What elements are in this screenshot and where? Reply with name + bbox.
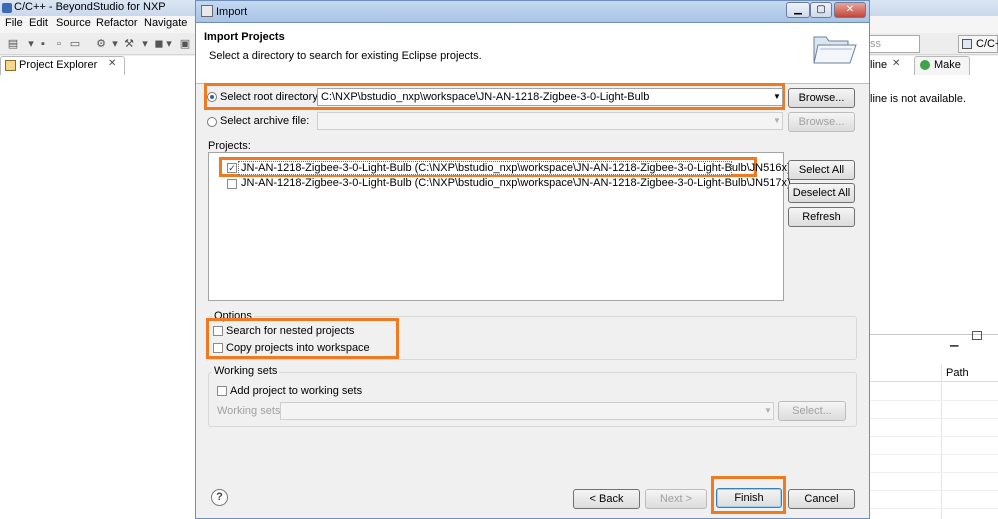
working-sets-label: Working sets: bbox=[217, 405, 284, 417]
nested-projects-checkbox[interactable] bbox=[213, 326, 223, 336]
outline-tab-label: line bbox=[870, 59, 888, 71]
project-checkbox[interactable] bbox=[227, 179, 237, 189]
folder-icon bbox=[813, 36, 857, 64]
chevron-down-icon[interactable]: ▼ bbox=[771, 113, 783, 129]
app-icon bbox=[2, 3, 12, 13]
dialog-title: Import bbox=[216, 6, 248, 18]
root-directory-value: C:\NXP\bstudio_nxp\workspace\JN-AN-1218-… bbox=[321, 91, 650, 103]
select-working-sets-button[interactable]: Select... bbox=[778, 401, 846, 421]
nested-projects-label: Search for nested projects bbox=[226, 325, 355, 337]
print-icon[interactable]: ▭ bbox=[68, 37, 82, 51]
build-icon[interactable]: ⚙ bbox=[94, 37, 108, 51]
finish-button[interactable]: Finish bbox=[716, 488, 782, 508]
ide-window-title: C/C++ - BeyondStudio for NXP bbox=[14, 1, 166, 13]
root-directory-label: Select root directory: bbox=[220, 91, 321, 103]
make-tab-label: Make bbox=[934, 59, 961, 71]
dialog-icon bbox=[201, 5, 213, 17]
next-button[interactable]: Next > bbox=[645, 489, 707, 509]
root-directory-radio[interactable] bbox=[207, 92, 217, 102]
image-icon[interactable]: ▣ bbox=[178, 37, 192, 51]
dialog-heading: Import Projects bbox=[204, 31, 285, 43]
project-explorer-label: Project Explorer bbox=[19, 59, 98, 71]
add-working-sets-checkbox[interactable] bbox=[217, 386, 227, 396]
chevron-down-icon[interactable]: ▼ bbox=[771, 89, 783, 105]
column-divider bbox=[941, 364, 942, 519]
perspective-label: C/C+ bbox=[976, 38, 998, 50]
table-row bbox=[868, 418, 998, 419]
hammer-icon[interactable]: ⚒ bbox=[122, 37, 136, 51]
project-explorer-icon bbox=[5, 60, 16, 71]
browse-archive-button[interactable]: Browse... bbox=[788, 112, 855, 132]
dropdown-icon[interactable]: ▾ bbox=[138, 37, 152, 51]
menu-navigate[interactable]: Navigate bbox=[144, 17, 187, 29]
table-header bbox=[868, 364, 998, 382]
save-icon[interactable]: ▪ bbox=[36, 37, 50, 51]
deselect-all-button[interactable]: Deselect All bbox=[788, 183, 855, 203]
minimize-icon[interactable]: ▁ bbox=[950, 334, 958, 347]
working-sets-group-label: Working sets bbox=[212, 365, 280, 377]
new-icon[interactable]: ▤ bbox=[6, 37, 20, 51]
table-row bbox=[868, 436, 998, 437]
dialog-titlebar bbox=[195, 0, 870, 23]
table-row bbox=[868, 490, 998, 491]
projects-label: Projects: bbox=[208, 140, 251, 152]
menu-edit[interactable]: Edit bbox=[29, 17, 48, 29]
working-sets-combo[interactable] bbox=[280, 402, 774, 420]
close-button[interactable]: ✕ bbox=[834, 2, 866, 18]
maximize-button[interactable]: ▢ bbox=[810, 2, 832, 18]
table-row bbox=[868, 472, 998, 473]
maximize-icon[interactable] bbox=[972, 331, 982, 340]
browse-root-button[interactable]: Browse... bbox=[788, 88, 855, 108]
copy-projects-label: Copy projects into workspace bbox=[226, 342, 370, 354]
copy-projects-checkbox[interactable] bbox=[213, 343, 223, 353]
dialog-description: Select a directory to search for existin… bbox=[209, 50, 482, 62]
project-checkbox[interactable]: ✓ bbox=[227, 163, 237, 173]
save-all-icon[interactable]: ▫ bbox=[52, 37, 66, 51]
archive-file-combo[interactable] bbox=[317, 112, 783, 130]
menu-source[interactable]: Source bbox=[56, 17, 91, 29]
archive-file-label: Select archive file: bbox=[220, 115, 310, 127]
menu-refactor[interactable]: Refactor bbox=[96, 17, 138, 29]
make-icon bbox=[920, 60, 930, 70]
outline-panel bbox=[868, 56, 998, 519]
back-button[interactable]: < Back bbox=[573, 489, 640, 509]
table-row bbox=[868, 400, 998, 401]
add-working-sets-label: Add project to working sets bbox=[230, 385, 363, 397]
list-item[interactable]: JN-AN-1218-Zigbee-3-0-Light-Bulb (C:\NXP… bbox=[241, 177, 791, 189]
archive-file-radio[interactable] bbox=[207, 117, 217, 127]
help-icon[interactable]: ? bbox=[211, 489, 228, 506]
select-all-button[interactable]: Select All bbox=[788, 160, 855, 180]
project-explorer-panel bbox=[0, 56, 196, 519]
quick-access-text: ss bbox=[870, 38, 881, 50]
menu-file[interactable]: File bbox=[5, 17, 23, 29]
dropdown-icon[interactable]: ▾ bbox=[108, 37, 122, 51]
close-icon[interactable]: ✕ bbox=[108, 58, 116, 69]
table-row bbox=[868, 508, 998, 509]
close-icon[interactable]: ✕ bbox=[892, 58, 900, 69]
chevron-down-icon[interactable]: ▼ bbox=[762, 403, 774, 419]
cancel-button[interactable]: Cancel bbox=[788, 489, 855, 509]
path-column-header[interactable]: Path bbox=[946, 367, 969, 379]
outline-message: line is not available. bbox=[870, 93, 967, 105]
refresh-button[interactable]: Refresh bbox=[788, 207, 855, 227]
table-row bbox=[868, 454, 998, 455]
dropdown-icon[interactable]: ▾ bbox=[162, 37, 176, 51]
minimize-button[interactable]: ▁ bbox=[786, 2, 810, 18]
perspective-icon bbox=[962, 39, 972, 49]
list-item[interactable]: JN-AN-1218-Zigbee-3-0-Light-Bulb (C:\NXP… bbox=[241, 162, 791, 174]
